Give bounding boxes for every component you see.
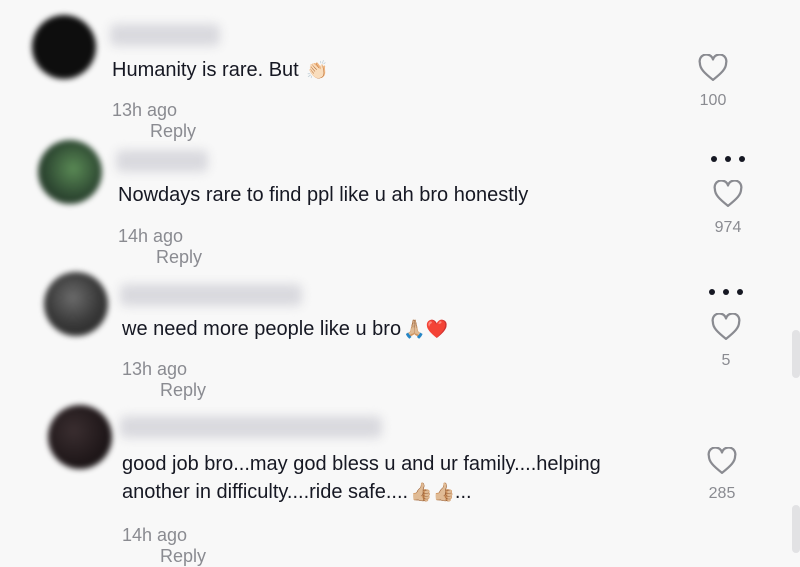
like-heart-icon[interactable] bbox=[707, 447, 737, 475]
like-count: 285 bbox=[708, 485, 736, 502]
like-heart-icon[interactable] bbox=[698, 54, 728, 82]
comment-text: good job bro...may god bless u and ur fa… bbox=[122, 450, 601, 506]
like-count: 5 bbox=[721, 352, 731, 369]
avatar[interactable] bbox=[48, 405, 112, 469]
comment-text: Humanity is rare. But 👏🏻 bbox=[112, 56, 329, 84]
username-blurred[interactable] bbox=[110, 24, 220, 46]
like-heart-icon[interactable] bbox=[713, 180, 743, 208]
avatar[interactable] bbox=[44, 272, 108, 336]
like-count: 974 bbox=[714, 219, 742, 236]
reply-button[interactable]: Reply bbox=[150, 121, 196, 141]
comment-meta: 13h ago Reply bbox=[112, 100, 196, 142]
comment-meta: 13h ago Reply bbox=[122, 359, 206, 401]
timestamp: 14h ago bbox=[122, 525, 188, 545]
scrollbar-thumb[interactable] bbox=[792, 330, 800, 378]
timestamp: 14h ago bbox=[118, 226, 184, 246]
comment-text-line: another in difficulty....ride safe.... 👍🏼… bbox=[122, 478, 601, 506]
username-blurred[interactable] bbox=[120, 416, 382, 438]
comment-text-body: another in difficulty....ride safe.... bbox=[122, 481, 409, 503]
timestamp: 13h ago bbox=[112, 100, 178, 120]
reply-button[interactable]: Reply bbox=[160, 546, 206, 566]
like-heart-icon[interactable] bbox=[711, 313, 741, 341]
thumbs-up-emoji: 👍🏼👍🏼 bbox=[410, 482, 455, 502]
comment-text-line: good job bro...may god bless u and ur fa… bbox=[122, 453, 601, 475]
comment-text: Nowdays rare to find ppl like u ah bro h… bbox=[118, 184, 529, 206]
scrollbar-thumb[interactable] bbox=[792, 505, 800, 553]
clap-emoji: 👏🏻 bbox=[306, 60, 329, 80]
comment-meta: 14h ago Reply bbox=[122, 525, 206, 567]
comment-text: we need more people like u bro 🙏🏼❤️ bbox=[122, 315, 448, 343]
comment-text-tail: ... bbox=[454, 481, 472, 503]
timestamp: 13h ago bbox=[122, 359, 188, 379]
like-count: 100 bbox=[699, 92, 727, 109]
more-options-icon[interactable] bbox=[711, 156, 745, 164]
comment-meta: 14h ago Reply bbox=[118, 226, 202, 268]
more-options-icon[interactable] bbox=[709, 289, 743, 297]
reply-button[interactable]: Reply bbox=[160, 380, 206, 400]
avatar[interactable] bbox=[38, 140, 102, 204]
pray-heart-emoji: 🙏🏼❤️ bbox=[403, 319, 448, 339]
username-blurred[interactable] bbox=[116, 150, 208, 172]
comment-text-body: Humanity is rare. But bbox=[112, 59, 299, 81]
reply-button[interactable]: Reply bbox=[156, 247, 202, 267]
username-blurred[interactable] bbox=[120, 284, 302, 306]
avatar[interactable] bbox=[32, 15, 96, 79]
comment-text-body: we need more people like u bro bbox=[122, 318, 402, 340]
